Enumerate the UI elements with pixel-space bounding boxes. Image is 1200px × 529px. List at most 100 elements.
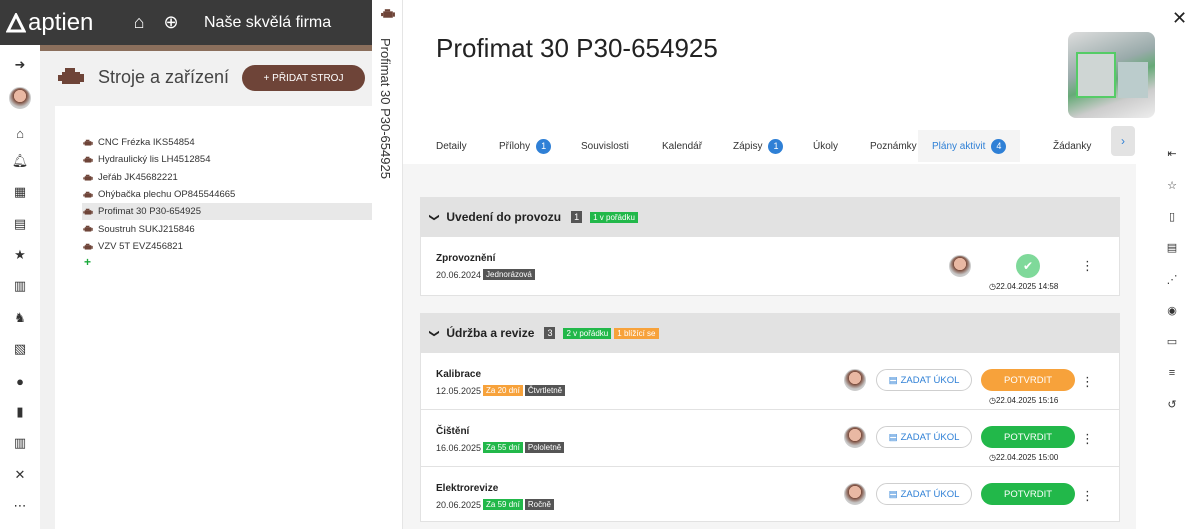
assign-task-button[interactable]: ▤ ZADAT ÚKOL [876, 369, 972, 391]
document-lines-icon[interactable]: ▤ [1165, 240, 1179, 254]
tools-icon[interactable]: ✕ [12, 467, 28, 483]
assignee-avatar[interactable] [949, 255, 971, 277]
share-icon[interactable]: ⋰ [1165, 272, 1179, 286]
collapse-left-icon[interactable]: ⇤ [1165, 146, 1179, 160]
tree-item-label: CNC Frézka IKS54854 [98, 137, 195, 149]
tab-poznámky[interactable]: Poznámky [870, 130, 917, 162]
schedule-tag: Ročně [524, 499, 554, 510]
status-tag: 1 blížící se [614, 327, 659, 339]
tab-zápisy[interactable]: Zápisy 1 [733, 130, 784, 162]
history-icon[interactable]: ↺ [1165, 397, 1179, 411]
group-header[interactable]: ❯ Údržba a revize 3 2 v pořádku 1 blížící se [420, 313, 1120, 353]
tab-label: Kalendář [662, 140, 703, 152]
clock-icon: ◷ [989, 396, 996, 405]
schedule-tag: Pololetně [524, 442, 565, 453]
group-header[interactable]: ❯ Uvedení do provozu 1 1 v pořádku [420, 197, 1120, 237]
clock-icon: ◷ [989, 282, 996, 291]
detail-title: Profimat 30 P30-654925 [436, 33, 718, 63]
tab-úkoly[interactable]: Úkoly [813, 130, 838, 162]
add-machine-button[interactable]: + PŘIDAT STROJ [242, 65, 365, 91]
confirm-button[interactable]: POTVRDIT [981, 483, 1075, 505]
close-icon[interactable]: ✕ [1172, 8, 1187, 29]
page-header: Stroje a zařízení [56, 66, 229, 88]
timestamp-text: 22.04.2025 14:58 [995, 282, 1059, 291]
tab-count-badge: 1 [768, 138, 784, 154]
assign-task-button[interactable]: ▤ ZADAT ÚKOL [876, 483, 972, 505]
tree-item[interactable]: Jeřáb JK45682221 [82, 169, 372, 186]
activity-row: Elektrorevize 20.06.2025 Za 59 dní Ročně ▤ Z… [420, 467, 1120, 522]
clipboard-check-icon[interactable]: ▤ [12, 216, 28, 232]
id-card-icon[interactable]: ▭ [1165, 334, 1179, 348]
more-options-icon[interactable]: ⋮ [1081, 259, 1094, 272]
tree-item[interactable]: VZV 5T EVZ456821 [82, 238, 372, 255]
tree-item[interactable]: Soustruh SUKJ215846 [82, 220, 372, 237]
tab-next-button[interactable]: › [1111, 126, 1135, 156]
activity-name: Kalibrace [436, 369, 482, 380]
assign-task-button[interactable]: ▤ ZADAT ÚKOL [876, 426, 972, 448]
confirmation-timestamp: ◷ 22.04.2025 15:16 [989, 396, 1058, 405]
clipboard-icon: ▤ [888, 488, 898, 500]
tab-plány-aktivit[interactable]: Plány aktivit 4 [918, 130, 1021, 162]
grid-dots-icon[interactable]: ⋯ [12, 498, 28, 514]
tab-label: Poznámky [870, 140, 917, 152]
activity-row: Čištění 16.06.2025 Za 55 dní Pololetně ▤ ZAD… [420, 410, 1120, 467]
star-outline-icon[interactable]: ☆ [1165, 178, 1179, 192]
tree-item[interactable]: Ohýbačka plechu OP845544665 [82, 186, 372, 203]
report-icon[interactable]: ▧ [12, 341, 28, 357]
machine-icon [82, 225, 94, 233]
left-nav: ➜ ⌂ 🔔︎ ▦ ▤ ★ ▥ ♞ ▧ ● ▮ ▥ ✕ ⋯ [0, 45, 40, 529]
tree-item[interactable]: Profimat 30 P30-654925 [82, 203, 372, 221]
bell-icon[interactable]: 🔔︎ [12, 153, 29, 169]
add-tree-item-icon[interactable]: + [84, 255, 372, 269]
timestamp-text: 22.04.2025 15:00 [995, 453, 1059, 462]
tab-přílohy[interactable]: Přílohy 1 [499, 130, 552, 162]
tab-kalendář[interactable]: Kalendář [662, 130, 702, 162]
calendar-icon[interactable]: ▦ [12, 184, 28, 200]
tab-count-badge: 1 [536, 138, 552, 154]
tab-detaily[interactable]: Detaily [436, 130, 467, 162]
check-circle-icon[interactable]: ✔ [1016, 254, 1040, 278]
home-icon[interactable]: ⌂ [130, 12, 148, 33]
star-icon[interactable]: ★ [12, 247, 28, 263]
arrow-right-to-bracket-icon[interactable]: ➜ [12, 57, 28, 73]
assign-task-label: ZADAT ÚKOL [900, 374, 960, 386]
home-icon[interactable]: ⌂ [12, 125, 28, 141]
company-name[interactable]: Naše skvělá firma [204, 14, 331, 32]
chevron-down-icon[interactable]: ❯ [429, 329, 440, 337]
books-icon[interactable]: ▥ [12, 435, 28, 451]
more-options-icon[interactable]: ⋮ [1081, 489, 1094, 502]
due-date: 12.05.2025 [436, 385, 482, 396]
user-icon[interactable]: ● [12, 373, 28, 389]
document-icon[interactable]: ▯ [1165, 209, 1179, 223]
assignee-avatar[interactable] [844, 369, 866, 391]
assignee-avatar[interactable] [844, 426, 866, 448]
tree-item[interactable]: CNC Frézka IKS54854 [82, 134, 372, 151]
more-options-icon[interactable]: ⋮ [1081, 375, 1094, 388]
chevron-down-icon[interactable]: ❯ [429, 213, 440, 221]
tab-label: Žádanky [1053, 140, 1092, 152]
more-options-icon[interactable]: ⋮ [1081, 432, 1094, 445]
status-tag: 1 v pořádku [590, 211, 638, 223]
dog-icon[interactable]: ♞ [12, 310, 28, 326]
schedule-tag: Za 59 dní [483, 499, 523, 510]
machine-photo[interactable] [1068, 32, 1155, 118]
confirm-button[interactable]: POTVRDIT [981, 426, 1075, 448]
sliders-icon[interactable]: ≡ [1165, 366, 1179, 380]
clipboard-icon[interactable]: ▮ [12, 404, 28, 420]
top-bar: aptien ⌂ ⊕ Naše skvělá firma [0, 0, 372, 45]
plus-circle-icon[interactable]: ⊕ [162, 12, 180, 33]
group-count: 1 [571, 211, 583, 223]
aptien-logo[interactable]: aptien [6, 9, 116, 37]
due-date: 20.06.2024 [436, 269, 482, 280]
tab-label: Zápisy [733, 140, 763, 152]
tab-žádanky[interactable]: Žádanky [1053, 130, 1091, 162]
tab-label: Detaily [436, 140, 467, 152]
user-avatar[interactable] [9, 87, 31, 109]
document-icon[interactable]: ▥ [12, 278, 28, 294]
timestamp-text: 22.04.2025 15:16 [995, 396, 1059, 405]
assignee-avatar[interactable] [844, 483, 866, 505]
confirm-button[interactable]: POTVRDIT [981, 369, 1075, 391]
tree-item[interactable]: Hydraulický lis LH4512854 [82, 151, 372, 168]
tab-souvislosti[interactable]: Souvislosti [581, 130, 629, 162]
eye-icon[interactable]: ◉ [1165, 303, 1179, 317]
